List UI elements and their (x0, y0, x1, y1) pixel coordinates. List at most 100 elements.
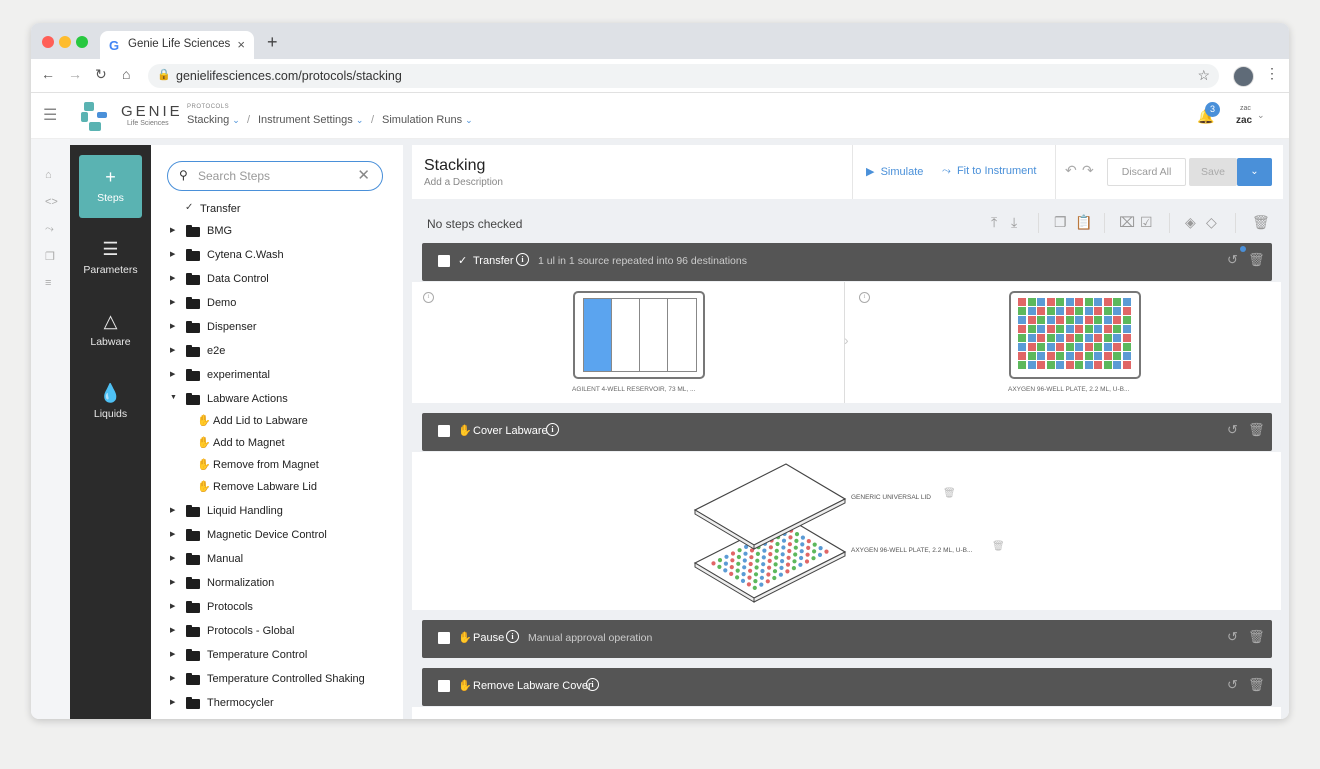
search-input[interactable] (196, 166, 350, 186)
back-icon[interactable]: ← (41, 66, 55, 82)
tree-item[interactable]: ✋ Add to Magnet (151, 435, 403, 455)
fit-to-instrument-button[interactable]: ⤳ Fit to Instrument (942, 165, 1036, 178)
step-header-remove-labware-cover[interactable]: ✋ Remove Labware Cover i ↺ 🗑 (422, 668, 1272, 706)
robot-arm-icon[interactable]: ⤳ (45, 223, 54, 236)
reload-icon[interactable]: ↻ (95, 66, 107, 83)
breadcrumb-instrument-settings[interactable]: Instrument Settings ⌄ (258, 114, 363, 126)
browser-tab[interactable]: G Genie Life Sciences × (100, 31, 254, 59)
trash-icon[interactable]: 🗑 (1252, 214, 1270, 231)
info-icon[interactable]: i (586, 678, 599, 691)
tree-folder[interactable]: ▶ Manual (151, 551, 403, 571)
caret-right-icon[interactable]: ▶ (170, 626, 175, 634)
forward-icon[interactable]: → (68, 66, 82, 82)
copy-icon[interactable]: ❐ (45, 250, 55, 263)
caret-right-icon[interactable]: ▶ (170, 578, 175, 586)
tree-folder[interactable]: ▶ Cytena C.Wash (151, 247, 403, 267)
list-check-icon[interactable]: ≡ (45, 277, 51, 289)
source-plate[interactable] (573, 291, 705, 379)
search-steps[interactable]: ⚲ ✕ (167, 161, 383, 191)
caret-right-icon[interactable]: ▶ (170, 650, 175, 658)
step-checkbox[interactable] (438, 680, 450, 692)
nav-parameters[interactable]: ☰ Parameters (79, 227, 142, 290)
caret-right-icon[interactable]: ▶ (170, 226, 175, 234)
caret-right-icon[interactable]: ▶ (170, 674, 175, 682)
tree-item[interactable]: ✋ Remove from Magnet (151, 457, 403, 477)
description-field[interactable]: Add a Description (424, 177, 503, 188)
minimize-window-dot[interactable] (59, 36, 71, 48)
clear-search-icon[interactable]: ✕ (357, 166, 370, 184)
tree-folder[interactable]: ▶ Protocols - Global (151, 623, 403, 643)
check-all-icon[interactable]: ☑ (1140, 214, 1153, 231)
copy-icon[interactable]: ❐ (1054, 214, 1067, 231)
maximize-window-dot[interactable] (76, 36, 88, 48)
trash-icon[interactable]: 🗑 (1248, 677, 1265, 693)
layers-off-icon[interactable]: ◇ (1206, 214, 1217, 231)
breadcrumb-simulation-runs[interactable]: Simulation Runs ⌄ (382, 114, 473, 126)
tree-item[interactable]: ✋ Remove Labware Lid (151, 479, 403, 499)
redo-icon[interactable]: ↷ (1082, 162, 1094, 179)
trash-icon[interactable]: 🗑 (1248, 629, 1265, 645)
caret-right-icon[interactable]: ▶ (170, 250, 175, 258)
tree-folder[interactable]: ▶ Temperature Controlled Shaking (151, 671, 403, 691)
reset-icon[interactable]: ↺ (1227, 677, 1238, 693)
new-tab-button[interactable]: + (267, 32, 278, 53)
step-checkbox[interactable] (438, 425, 450, 437)
caret-right-icon[interactable]: ▶ (170, 274, 175, 282)
discard-all-button[interactable]: Discard All (1107, 158, 1186, 186)
tree-folder[interactable]: ▶ experimental (151, 367, 403, 387)
breadcrumb-stacking[interactable]: Stacking ⌄ (187, 114, 240, 126)
tree-item-transfer[interactable]: ✓ Transfer (151, 201, 403, 221)
tab-close-icon[interactable]: × (237, 37, 245, 52)
move-top-icon[interactable]: ⤒ (991, 214, 997, 231)
tree-folder[interactable]: ▼ Labware Actions (151, 391, 403, 411)
paste-icon[interactable]: 📋 (1075, 214, 1092, 231)
close-window-dot[interactable] (42, 36, 54, 48)
trash-icon[interactable]: 🗑 (943, 488, 956, 499)
caret-right-icon[interactable]: ▶ (170, 602, 175, 610)
tree-folder[interactable]: ▶ Dispenser (151, 319, 403, 339)
caret-right-icon[interactable]: ▶ (170, 370, 175, 378)
reset-icon[interactable]: ↺ (1227, 422, 1238, 438)
tree-item[interactable]: ✋ Add Lid to Labware (151, 413, 403, 433)
trash-icon[interactable]: 🗑 (992, 541, 1005, 552)
home-icon[interactable]: ⌂ (122, 66, 130, 82)
caret-right-icon[interactable]: ▶ (170, 698, 175, 706)
tree-folder[interactable]: ▶ Liquid Handling (151, 503, 403, 523)
step-header-cover-labware[interactable]: ✋ Cover Labware i ↺ 🗑 (422, 413, 1272, 451)
reset-icon[interactable]: ↺ (1227, 252, 1238, 268)
step-checkbox[interactable] (438, 255, 450, 267)
caret-right-icon[interactable]: ▶ (170, 298, 175, 306)
step-checkbox[interactable] (438, 632, 450, 644)
caret-right-icon[interactable]: ▶ (170, 530, 175, 538)
hamburger-menu-icon[interactable]: ☰ (43, 105, 57, 125)
nav-labware[interactable]: △ Labware (79, 299, 142, 362)
home-icon[interactable]: ⌂ (45, 169, 52, 181)
trash-icon[interactable]: 🗑 (1248, 422, 1265, 438)
layers-icon[interactable]: ◈ (1185, 214, 1196, 231)
step-header-pause[interactable]: ✋ Pause i Manual approval operation ↺ 🗑 (422, 620, 1272, 658)
lid-shape[interactable] (693, 463, 847, 546)
caret-right-icon[interactable]: ▶ (170, 322, 175, 330)
browser-menu-icon[interactable]: ⋮ (1265, 65, 1279, 82)
profile-avatar[interactable] (1233, 66, 1254, 87)
tree-folder[interactable]: ▶ Protocols (151, 599, 403, 619)
nav-liquids[interactable]: 💧 Liquids (79, 371, 142, 434)
step-header-transfer[interactable]: ✓ Transfer i 1 ul in 1 source repeated i… (422, 243, 1272, 281)
bookmark-star-icon[interactable]: ☆ (1197, 67, 1210, 84)
tree-folder[interactable]: ▶ e2e (151, 343, 403, 363)
tree-folder[interactable]: ▶ Demo (151, 295, 403, 315)
info-icon[interactable]: i (423, 292, 434, 303)
destination-plate[interactable] (1009, 291, 1141, 379)
info-icon[interactable]: i (516, 253, 529, 266)
chevron-down-icon[interactable]: ⌄ (1257, 110, 1265, 121)
url-field[interactable]: 🔒 genielifesciences.com/protocols/stacki… (148, 64, 1219, 88)
caret-right-icon[interactable]: ▶ (170, 554, 175, 562)
tree-folder[interactable]: ▶ Data Control (151, 271, 403, 291)
user-name[interactable]: zac (1236, 115, 1252, 126)
reset-icon[interactable]: ↺ (1227, 629, 1238, 645)
save-button[interactable]: Save (1189, 158, 1237, 186)
tree-folder[interactable]: ▶ Thermocycler (151, 695, 403, 715)
code-icon[interactable]: <> (45, 196, 58, 208)
tree-folder[interactable]: ▶ Magnetic Device Control (151, 527, 403, 547)
trash-icon[interactable]: 🗑 (1248, 252, 1265, 268)
